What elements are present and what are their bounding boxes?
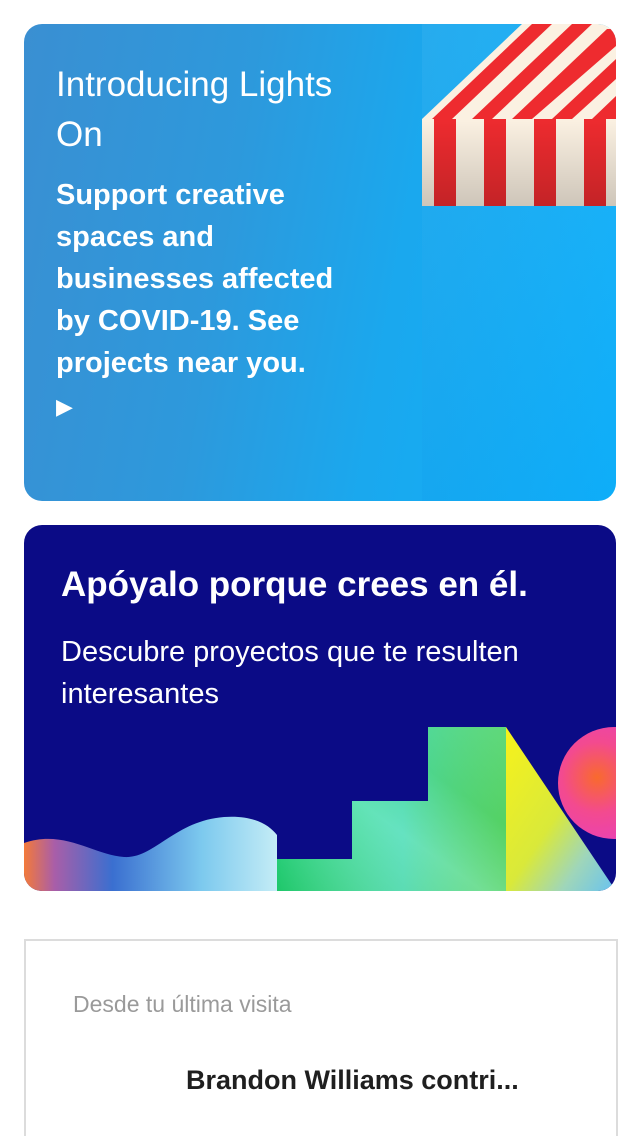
activity-item-text[interactable]: Brandon Williams contri... bbox=[186, 1063, 556, 1097]
support-promo-card[interactable]: Apóyalo porque crees en él. Descubre pro… bbox=[24, 525, 616, 891]
support-card-title: Apóyalo porque crees en él. bbox=[61, 565, 528, 604]
lights-on-text: Introducing Lights On Support creative s… bbox=[56, 60, 356, 428]
lights-on-card[interactable]: Introducing Lights On Support creative s… bbox=[24, 24, 616, 501]
avatar bbox=[73, 1059, 161, 1136]
section-label: Desde tu última visita bbox=[73, 991, 292, 1017]
lights-on-title: Introducing Lights On bbox=[56, 65, 333, 154]
awning-illustration bbox=[422, 24, 616, 206]
support-card-description: Descubre proyectos que te resulten inter… bbox=[61, 636, 519, 710]
discover-feed: Introducing Lights On Support creative s… bbox=[0, 0, 640, 1136]
recent-activity-card: Desde tu última visita Brandon Williams … bbox=[24, 939, 618, 1136]
lights-on-subtitle: Support creative spaces and businesses a… bbox=[56, 179, 334, 379]
play-icon[interactable]: ▶ bbox=[56, 386, 356, 428]
